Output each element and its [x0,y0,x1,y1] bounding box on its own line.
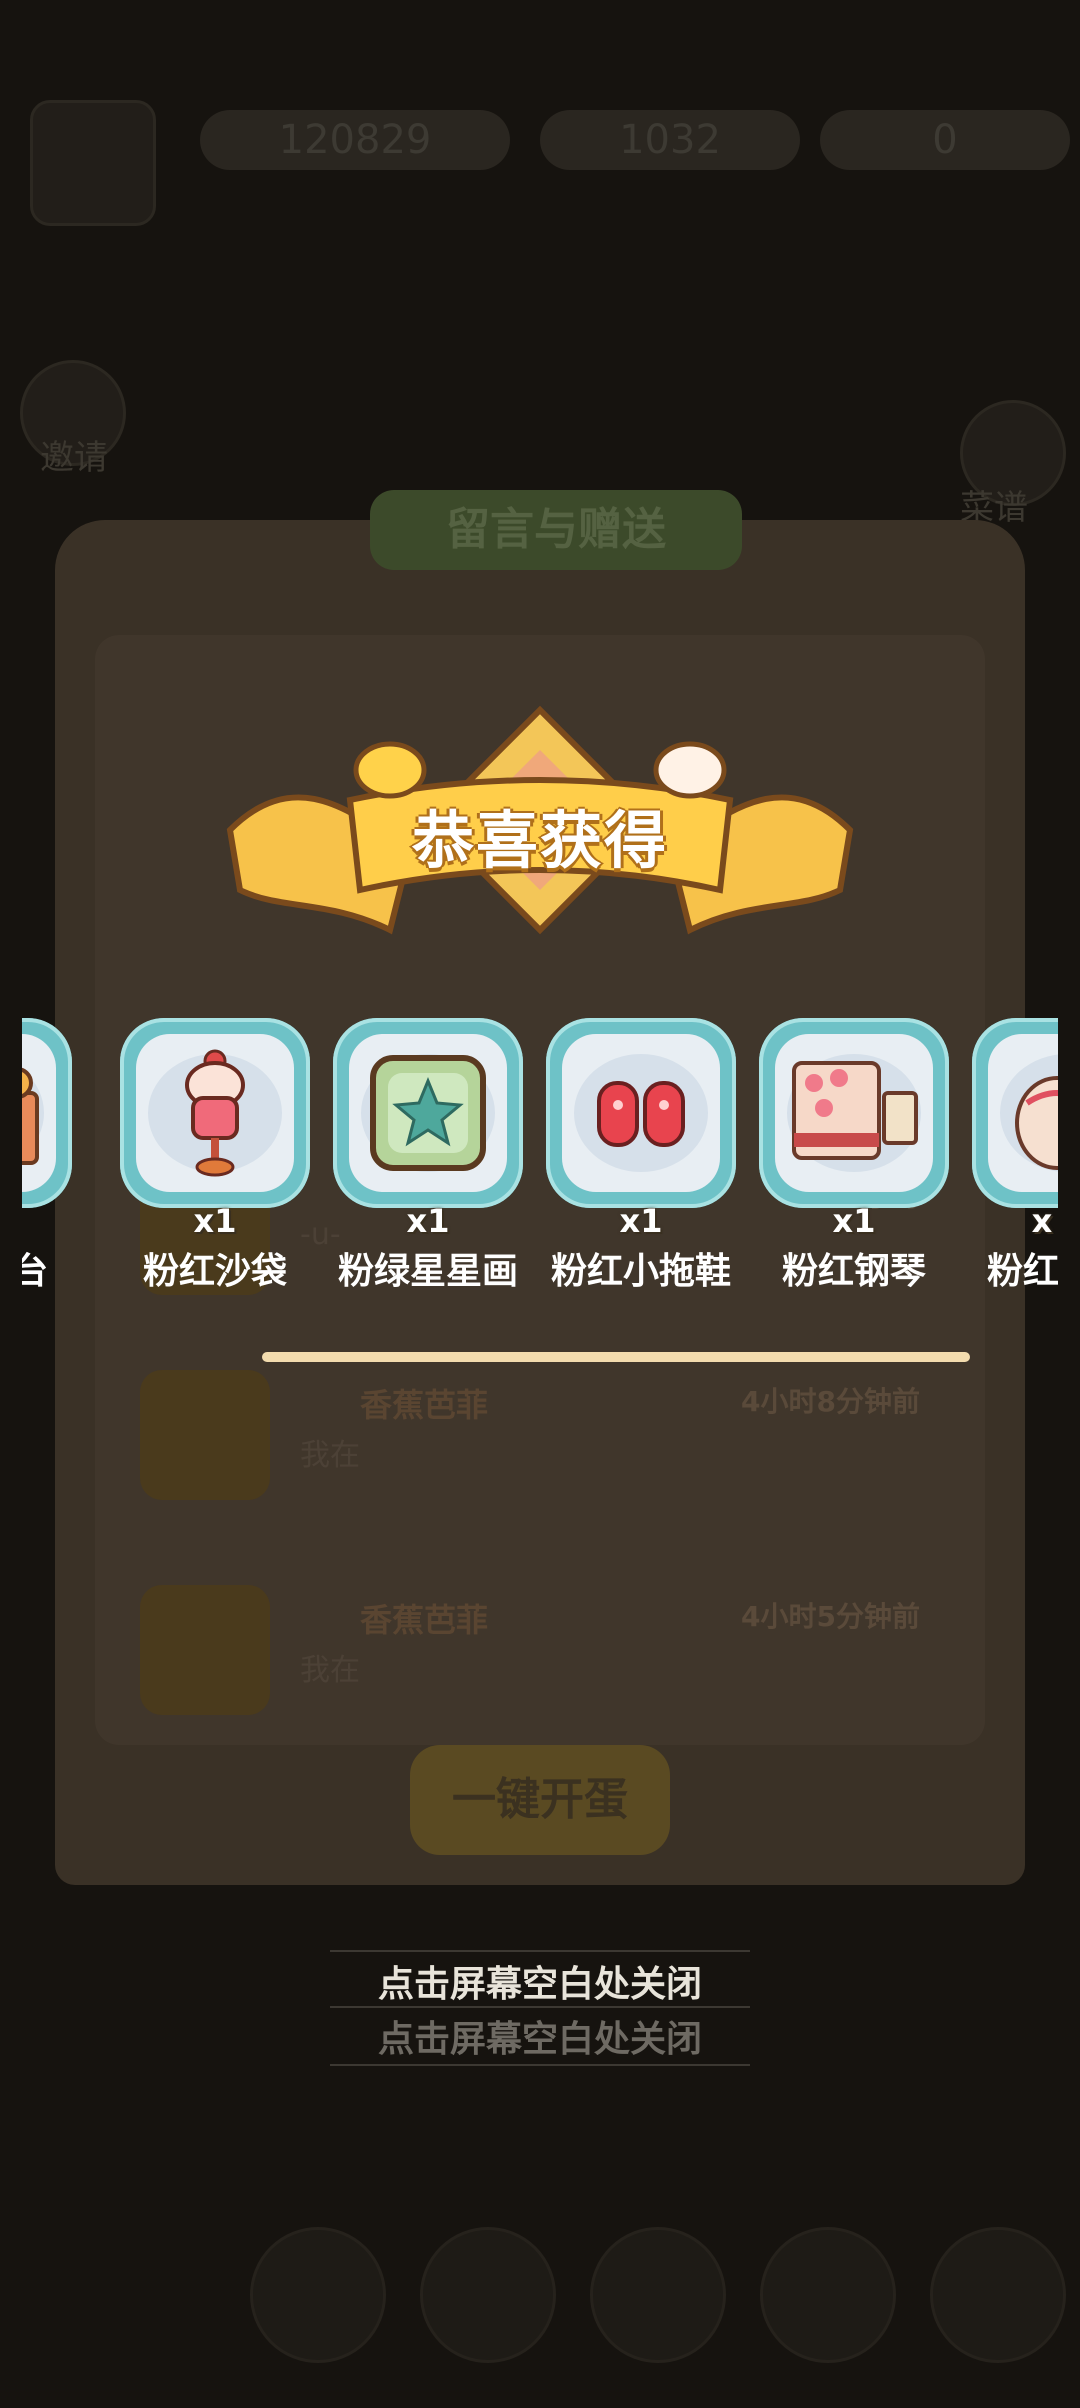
message-time: 4小时8分钟前 [741,1385,920,1418]
item-frame [120,1018,310,1208]
item-frame [546,1018,736,1208]
home-icon [30,100,156,226]
message-sender: 香蕉芭菲 [360,1601,489,1639]
item-quantity: x [1031,1202,1053,1240]
message-body: 我在 [300,1653,360,1688]
message-sender: 香蕉芭菲 [360,1386,489,1424]
item-name: 粉红沙袋 [142,1251,287,1292]
side-label-invite: 邀请 [40,438,108,478]
item-frame [22,1018,72,1208]
coin-value: 120829 [278,117,432,163]
vanity-icon [22,1067,39,1165]
ticket-counter: 0 [820,110,1070,170]
reward-item[interactable]: 油台 [22,1010,82,1310]
item-name: 粉红牛 [987,1251,1058,1292]
item-quantity: x1 [619,1202,663,1240]
bottom-nav-extra [930,2227,1066,2363]
congrats-title: 恭喜获得 [411,804,668,877]
punching-bag-icon [185,1049,245,1177]
bottom-nav-tasks [760,2227,896,2363]
coin-counter: 120829 [200,110,510,170]
item-frame [333,1018,523,1208]
hint-divider-bottom [330,2064,750,2066]
piano-icon [792,1061,918,1160]
item-frame [759,1018,949,1208]
item-name: 粉红小拖鞋 [550,1251,731,1292]
gem-counter: 1032 [540,110,800,170]
hint-divider-mid [330,2006,750,2008]
item-name: 油台 [22,1251,48,1292]
item-quantity: x1 [406,1202,450,1240]
avatar [140,1370,270,1500]
message-body: 我在 [300,1438,360,1473]
board-tab-title: 留言与赠送 [370,490,742,570]
star-painting-icon [370,1055,486,1171]
reward-divider [262,1352,970,1362]
close-hint-echo: 点击屏幕空白处关闭 [377,2019,702,2060]
reward-item[interactable]: x1 粉红钢琴 [759,1010,959,1310]
item-name: 粉绿星星画 [337,1251,518,1292]
slippers-icon [597,1081,685,1147]
item-quantity: x1 [832,1202,876,1240]
bottom-nav-community [420,2227,556,2363]
cake-icon [1015,1076,1058,1170]
ticket-value: 0 [932,117,958,163]
bottom-nav-friends [590,2227,726,2363]
item-quantity: x1 [193,1202,237,1240]
reward-item[interactable]: x1 粉红小拖鞋 [546,1010,746,1310]
reward-item[interactable]: x 粉红牛 [972,1010,1058,1310]
item-frame [972,1018,1058,1208]
reward-item[interactable]: x1 粉红沙袋 [120,1010,320,1310]
message-row: 香蕉芭菲 4小时8分钟前 我在 [120,1370,940,1530]
gem-value: 1032 [619,117,721,163]
message-row: 香蕉芭菲 4小时5分钟前 我在 [120,1585,940,1745]
bottom-nav-pickup [250,2227,386,2363]
avatar [140,1585,270,1715]
hint-divider-top [330,1950,750,1952]
congrats-banner: 恭喜获得 [210,700,870,970]
close-hint: 点击屏幕空白处关闭 [377,1964,702,2005]
reward-items-carousel[interactable]: 油台 x1 粉红沙袋 x1 粉绿星星画 [22,1010,1058,1310]
message-time: 4小时5分钟前 [741,1600,920,1633]
reward-item[interactable]: x1 粉绿星星画 [333,1010,533,1310]
item-name: 粉红钢琴 [781,1251,926,1292]
open-all-eggs-button[interactable]: 一键开蛋 [410,1745,670,1855]
